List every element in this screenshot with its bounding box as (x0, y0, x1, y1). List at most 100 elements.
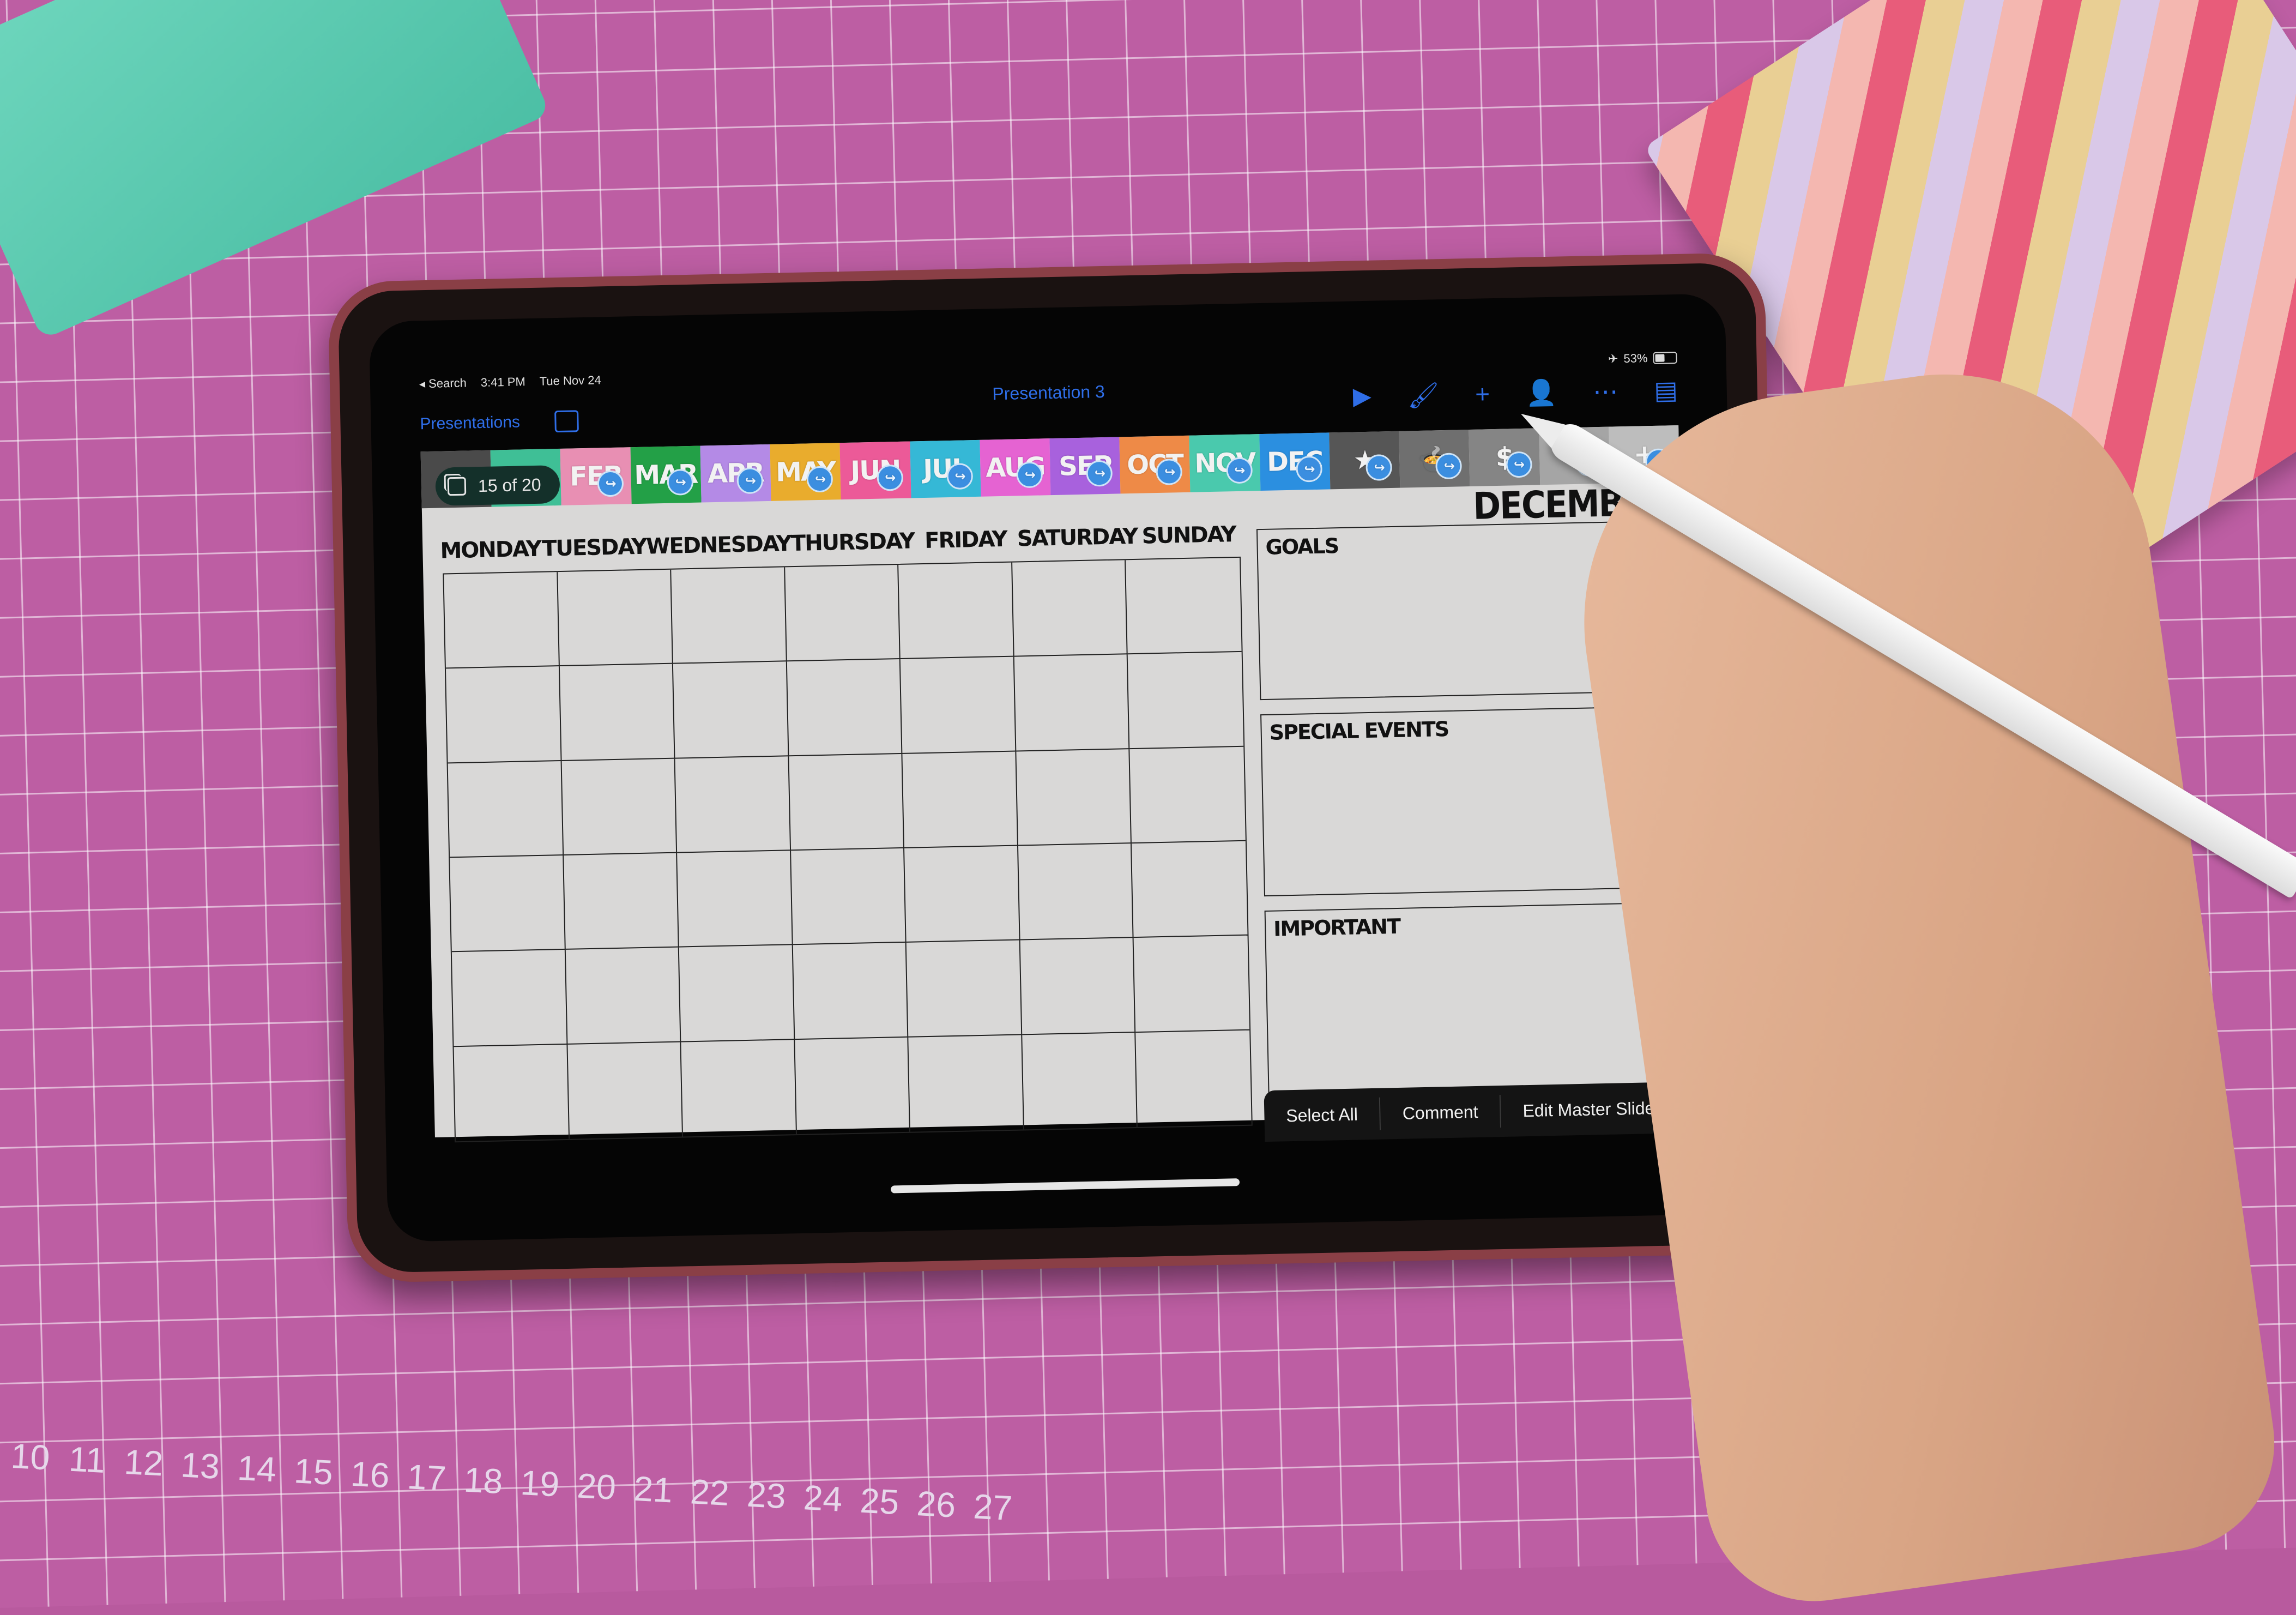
context-menu-item[interactable]: Select All (1264, 1097, 1381, 1133)
calendar-cell[interactable] (901, 656, 1017, 754)
calendar-cell[interactable] (898, 562, 1014, 660)
calendar-cell[interactable] (790, 848, 907, 945)
month-tab[interactable]: AUG ↪ (980, 438, 1051, 497)
calendar-cell[interactable] (1018, 843, 1134, 941)
month-tab[interactable]: 🍲 ↪ (1399, 430, 1470, 488)
calendar-cell[interactable] (565, 947, 681, 1045)
calendar-cell[interactable] (677, 851, 793, 948)
month-tab[interactable]: SEP ↪ (1049, 437, 1121, 496)
calendar-cell[interactable] (673, 661, 789, 759)
paintbrush-format-icon[interactable]: 🖌 (1407, 381, 1439, 409)
calendar-cell[interactable] (445, 666, 562, 764)
calendar-cell[interactable] (448, 761, 564, 858)
month-tab[interactable]: NOV ↪ (1189, 434, 1261, 492)
sidebar-toggle-icon[interactable] (554, 410, 579, 433)
ruler-number: 16 (349, 1454, 391, 1496)
link-arrow-icon: ↪ (1086, 460, 1113, 487)
ruler-number: 13 (179, 1445, 221, 1486)
goals-label: GOALS (1265, 534, 1339, 559)
context-menu-item[interactable]: Comment (1380, 1095, 1502, 1130)
calendar-cell[interactable] (1126, 557, 1242, 655)
ruler-number: 19 (519, 1462, 560, 1504)
calendar-cell[interactable] (450, 855, 566, 953)
link-arrow-icon: ↪ (1505, 451, 1532, 478)
link-arrow-icon: ↪ (1295, 455, 1322, 483)
calendar-cell[interactable] (563, 853, 679, 950)
calendar-cell[interactable] (1128, 652, 1244, 749)
important-label: IMPORTANT (1273, 914, 1400, 941)
calendar-cell[interactable] (1016, 749, 1132, 846)
month-tab[interactable]: FEB ↪ (560, 447, 632, 505)
month-tab[interactable]: $ ↪ (1469, 428, 1540, 486)
link-arrow-icon: ↪ (1156, 459, 1183, 486)
calendar-cell[interactable] (904, 846, 1020, 943)
calendar-cell[interactable] (671, 567, 787, 665)
ruler-number: 15 (293, 1451, 334, 1492)
link-arrow-icon: ↪ (1435, 453, 1463, 480)
month-tab[interactable]: MAY ↪ (770, 443, 841, 501)
calendar-cell[interactable] (561, 758, 678, 855)
presentations-back-button[interactable]: Presentations (420, 413, 520, 433)
add-icon[interactable]: + (1475, 379, 1490, 408)
calendar-cell[interactable] (557, 569, 674, 667)
calendar-cell[interactable] (1132, 841, 1248, 938)
calendar-cell[interactable] (1020, 938, 1136, 1035)
ruler-number: 20 (576, 1466, 617, 1508)
weekday-label: SATURDAY (1017, 523, 1138, 552)
battery-icon (1653, 351, 1677, 364)
status-time: 3:41 PM (480, 375, 526, 389)
document-title[interactable]: Presentation 3 (992, 382, 1105, 404)
calendar-cell[interactable] (795, 1037, 911, 1135)
context-menu: Select All Comment Edit Master Slide (1264, 1082, 1677, 1142)
month-tab[interactable]: OCT ↪ (1119, 435, 1191, 494)
calendar-cell[interactable] (787, 659, 903, 756)
weekday-label: SUNDAY (1141, 522, 1236, 549)
calendar-cell[interactable] (789, 754, 905, 851)
calendar-cell[interactable] (908, 1035, 1024, 1132)
calendar-cell[interactable] (902, 751, 1018, 848)
home-indicator[interactable] (890, 1178, 1240, 1194)
ruler-number: 10 (10, 1436, 51, 1478)
calendar-cell[interactable] (906, 940, 1023, 1038)
slide-counter[interactable]: 15 of 20 (435, 465, 560, 506)
month-tab[interactable]: JUN ↪ (839, 441, 911, 500)
link-arrow-icon: ↪ (806, 466, 833, 493)
calendar-cell[interactable] (451, 950, 567, 1047)
calendar-cell[interactable] (454, 1044, 570, 1142)
calendar-cell[interactable] (1129, 746, 1246, 844)
calendar-grid (443, 556, 1253, 1143)
calendar-cell[interactable] (679, 945, 795, 1042)
more-icon[interactable]: ⋯ (1593, 377, 1618, 406)
calendar-cell[interactable] (1022, 1032, 1138, 1130)
month-tab[interactable]: DEC ↪ (1259, 432, 1331, 491)
weekday-label: FRIDAY (924, 526, 1007, 553)
ruler-number: 24 (802, 1478, 844, 1519)
calendar-cell[interactable] (559, 664, 675, 761)
month-tab[interactable]: MAR ↪ (630, 445, 702, 504)
play-icon[interactable]: ▶ (1352, 383, 1371, 410)
calendar-cell[interactable] (444, 572, 560, 669)
slide-canvas[interactable]: YJAN↪FEB↪MAR↪APR↪MAY↪JUN↪JUL↪AUG↪SEP↪OCT… (420, 425, 1693, 1143)
calendar-cell[interactable] (1133, 936, 1250, 1033)
calendar-cell[interactable] (793, 943, 909, 1040)
ipad-device: ◂ Search 3:41 PM Tue Nov 24 ✈ 53% Presen… (328, 252, 1785, 1283)
link-arrow-icon: ↪ (1225, 457, 1253, 484)
calendar-cell[interactable] (1014, 654, 1130, 752)
month-tab[interactable]: ★ ↪ (1329, 431, 1400, 490)
document-options-icon[interactable]: ▤ (1654, 376, 1678, 405)
calendar-cell[interactable] (1012, 560, 1128, 657)
calendar-cell[interactable] (1136, 1030, 1252, 1127)
calendar-cell[interactable] (784, 564, 901, 662)
slides-stack-icon (447, 477, 467, 496)
special-events-label: SPECIAL EVENTS (1269, 716, 1449, 745)
status-date: Tue Nov 24 (539, 373, 601, 388)
month-tab[interactable]: JUL ↪ (909, 439, 981, 498)
calendar-cell[interactable] (567, 1042, 684, 1139)
calendar-cell[interactable] (675, 756, 791, 853)
status-back-search[interactable]: ◂ Search (419, 376, 467, 391)
calendar-cell[interactable] (681, 1039, 797, 1137)
collaborate-icon[interactable]: 👤 (1526, 378, 1557, 407)
planner-page: DECEMBER MONDAY TUESDAY WEDNESDAY THURSDAY F… (422, 481, 1693, 1143)
ruler-number: 23 (746, 1474, 787, 1516)
month-tab[interactable]: APR ↪ (700, 444, 771, 503)
